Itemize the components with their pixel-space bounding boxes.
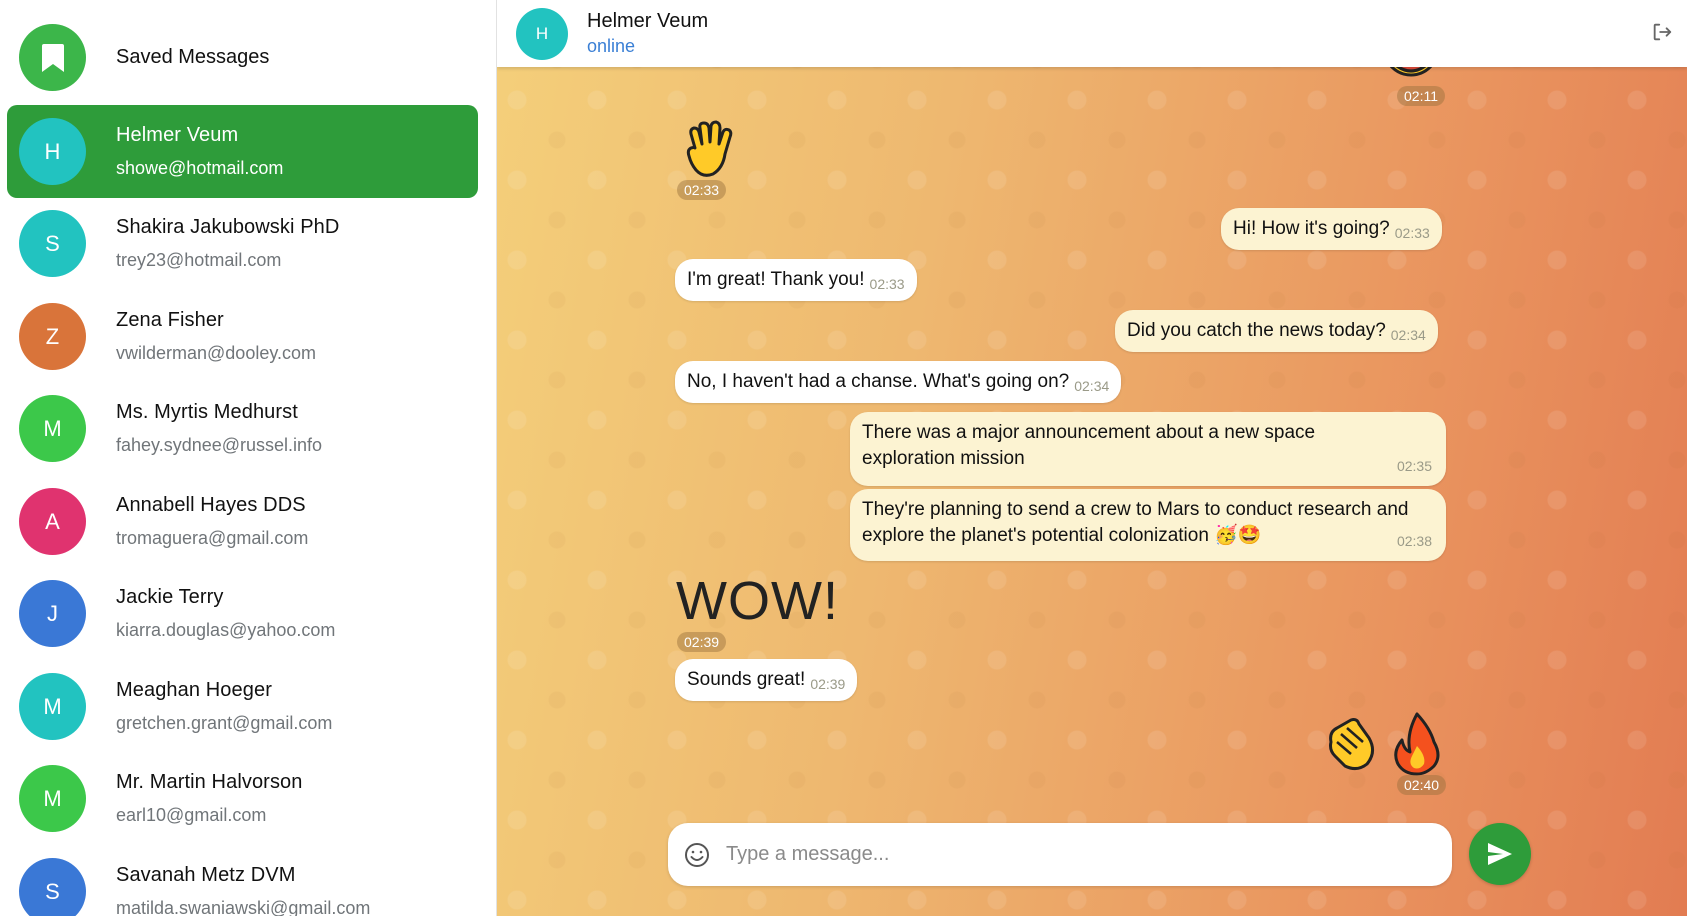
chat-email: earl10@gmail.com bbox=[116, 805, 267, 825]
outgoing-message[interactable]: Did you catch the news today? 02:34 bbox=[1115, 310, 1438, 352]
chat-item-helmer-veum[interactable]: H Helmer Veum showe@hotmail.com bbox=[7, 105, 478, 198]
chat-header: H Helmer Veum online bbox=[497, 0, 1687, 67]
logout-icon[interactable] bbox=[1651, 21, 1673, 43]
chat-name: Savanah Metz DVM bbox=[116, 864, 296, 886]
chat-texts: Savanah Metz DVM matilda.swaniawski@gmai… bbox=[116, 864, 370, 916]
message-text: I'm great! Thank you! bbox=[687, 269, 865, 290]
chat-email: showe@hotmail.com bbox=[116, 158, 284, 178]
outgoing-message[interactable]: They're planning to send a crew to Mars … bbox=[850, 489, 1446, 561]
chat-name: Jackie Terry bbox=[116, 586, 224, 608]
header-contact-name[interactable]: Helmer Veum bbox=[587, 10, 708, 33]
chat-name: Zena Fisher bbox=[116, 309, 224, 331]
message-time: 02:34 bbox=[1390, 327, 1426, 343]
emoji-picker-icon[interactable] bbox=[684, 842, 710, 868]
chat-email: trey23@hotmail.com bbox=[116, 250, 282, 270]
chat-email: tromaguera@gmail.com bbox=[116, 528, 309, 548]
message-time: 02:33 bbox=[677, 180, 727, 200]
message-time: 02:34 bbox=[1074, 378, 1110, 394]
chat-texts: Ms. Myrtis Medhurst fahey.sydnee@russel.… bbox=[116, 401, 322, 456]
chat-item-jackie-terry[interactable]: J Jackie Terry kiarra.douglas@yahoo.com bbox=[7, 567, 478, 660]
chat-item-myrtis-medhurst[interactable]: M Ms. Myrtis Medhurst fahey.sydnee@russe… bbox=[7, 382, 478, 475]
message-text: No, I haven't had a chanse. What's going… bbox=[687, 371, 1070, 392]
message-text: Did you catch the news today? bbox=[1127, 320, 1386, 341]
chat-name: Ms. Myrtis Medhurst bbox=[116, 401, 298, 423]
fire-sticker-icon[interactable] bbox=[1390, 712, 1444, 776]
avatar: S bbox=[19, 858, 86, 916]
chat-texts: Mr. Martin Halvorson earl10@gmail.com bbox=[116, 771, 303, 826]
chat-email: fahey.sydnee@russel.info bbox=[116, 435, 323, 455]
message-input[interactable] bbox=[726, 843, 1426, 866]
header-status: online bbox=[587, 36, 636, 56]
large-text-message[interactable]: WOW! bbox=[676, 570, 839, 632]
message-time: 02:40 bbox=[1397, 775, 1447, 795]
message-composer bbox=[668, 823, 1452, 886]
message-text: Sounds great! bbox=[687, 669, 806, 690]
chat-texts: Annabell Hayes DDS tromaguera@gmail.com bbox=[116, 494, 308, 549]
party-star-struck-emoji-icon: 🥳🤩 bbox=[1214, 525, 1262, 546]
message-time: 02:39 bbox=[810, 676, 846, 692]
avatar: Z bbox=[19, 303, 86, 370]
chat-name: Mr. Martin Halvorson bbox=[116, 771, 303, 793]
chat-area: H Helmer Veum online 02:11 02:33 Hi! How… bbox=[497, 0, 1687, 916]
avatar: M bbox=[19, 673, 86, 740]
chat-item-meaghan-hoeger[interactable]: M Meaghan Hoeger gretchen.grant@gmail.co… bbox=[7, 660, 478, 753]
chat-item-savanah-metz[interactable]: S Savanah Metz DVM matilda.swaniawski@gm… bbox=[7, 845, 478, 916]
chat-name: Shakira Jakubowski PhD bbox=[116, 216, 340, 238]
message-time: 02:38 bbox=[1396, 533, 1432, 549]
avatar: J bbox=[19, 580, 86, 647]
chat-item-martin-halvorson[interactable]: M Mr. Martin Halvorson earl10@gmail.com bbox=[7, 752, 478, 845]
chat-name: Meaghan Hoeger bbox=[116, 679, 272, 701]
chat-texts: Helmer Veum showe@hotmail.com bbox=[116, 124, 283, 179]
send-button[interactable] bbox=[1469, 823, 1531, 885]
message-time: 02:11 bbox=[1397, 86, 1445, 106]
outgoing-message[interactable]: Hi! How it's going? 02:33 bbox=[1221, 208, 1442, 250]
message-text-line: There was a major announcement about a n… bbox=[862, 422, 1316, 443]
message-text-line: They're planning to send a crew to Mars … bbox=[862, 499, 1409, 520]
chat-texts: Shakira Jakubowski PhD trey23@hotmail.co… bbox=[116, 216, 339, 271]
outgoing-message[interactable]: There was a major announcement about a n… bbox=[850, 412, 1446, 486]
chat-email: vwilderman@dooley.com bbox=[116, 343, 317, 363]
chat-name: Helmer Veum bbox=[116, 124, 239, 146]
message-text-line: exploration mission bbox=[862, 448, 1025, 469]
header-avatar[interactable]: H bbox=[516, 7, 568, 60]
clapping-hands-sticker-icon[interactable] bbox=[1323, 712, 1385, 774]
avatar: M bbox=[19, 765, 86, 832]
chat-item-annabell-hayes[interactable]: A Annabell Hayes DDS tromaguera@gmail.co… bbox=[7, 475, 478, 568]
saved-messages-avatar bbox=[19, 24, 86, 91]
avatar: M bbox=[19, 395, 86, 462]
chat-item-shakira-jakubowski[interactable]: S Shakira Jakubowski PhD trey23@hotmail.… bbox=[7, 197, 478, 290]
chat-list-sidebar: Saved Messages H Helmer Veum showe@hotma… bbox=[0, 0, 497, 916]
incoming-message[interactable]: No, I haven't had a chanse. What's going… bbox=[675, 361, 1122, 403]
waving-hand-sticker-icon[interactable] bbox=[681, 118, 743, 180]
message-time: 02:35 bbox=[1396, 458, 1432, 474]
chat-name: Saved Messages bbox=[116, 46, 270, 68]
incoming-message[interactable]: I'm great! Thank you! 02:33 bbox=[675, 259, 917, 301]
chat-item-zena-fisher[interactable]: Z Zena Fisher vwilderman@dooley.com bbox=[7, 290, 478, 383]
chat-texts: Saved Messages bbox=[116, 46, 269, 69]
message-time: 02:33 bbox=[869, 276, 905, 292]
bookmark-icon bbox=[41, 43, 64, 72]
avatar: H bbox=[19, 118, 86, 185]
message-text-line: explore the planet's potential colonizat… bbox=[862, 525, 1209, 546]
chat-name: Annabell Hayes DDS bbox=[116, 494, 306, 516]
chat-texts: Meaghan Hoeger gretchen.grant@gmail.com bbox=[116, 679, 332, 734]
chat-email: kiarra.douglas@yahoo.com bbox=[116, 620, 336, 640]
header-texts: Helmer Veum online bbox=[587, 10, 708, 57]
chat-texts: Zena Fisher vwilderman@dooley.com bbox=[116, 309, 316, 364]
incoming-message[interactable]: Sounds great! 02:39 bbox=[675, 659, 858, 701]
avatar: A bbox=[19, 488, 86, 555]
chat-item-saved-messages[interactable]: Saved Messages bbox=[7, 11, 478, 104]
message-time: 02:33 bbox=[1394, 225, 1430, 241]
chat-email: matilda.swaniawski@gmail.com bbox=[116, 898, 371, 916]
chat-email: gretchen.grant@gmail.com bbox=[116, 713, 333, 733]
chat-texts: Jackie Terry kiarra.douglas@yahoo.com bbox=[116, 586, 335, 641]
avatar: S bbox=[19, 210, 86, 277]
send-icon bbox=[1488, 843, 1512, 865]
message-time: 02:39 bbox=[677, 632, 727, 652]
message-text: Hi! How it's going? bbox=[1233, 218, 1390, 239]
